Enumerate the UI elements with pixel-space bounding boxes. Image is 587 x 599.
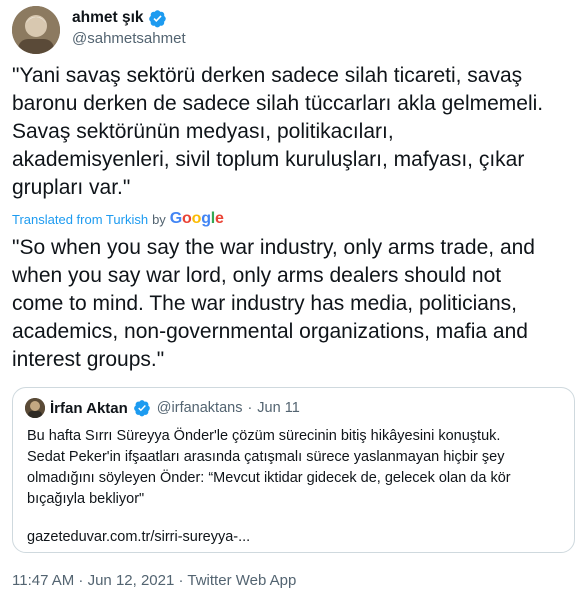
google-logo: Google (169, 210, 224, 227)
tweet-timestamp[interactable]: 11:47 AM · Jun 12, 2021 · Twitter Web Ap… (12, 572, 296, 589)
quoted-date[interactable]: Jun 11 (257, 400, 299, 416)
translated-from-row: Translated from Turkish by Google (12, 210, 224, 228)
quoted-author-handle[interactable]: @irfanaktans (157, 400, 243, 416)
quoted-tweet-text: Bu hafta Sırrı Süreyya Önder'le çözüm sü… (27, 428, 511, 507)
quoted-tweet-header: İrfan Aktan @irfanaktans · Jun 11 (25, 398, 300, 418)
tweet-text: "Yani savaş sektörü derken sadece silah … (12, 64, 544, 199)
author-block: ahmet şık @sahmetsahmet (72, 8, 186, 47)
author-handle[interactable]: @sahmetsahmet (72, 30, 186, 47)
translated-from-link[interactable]: Translated from Turkish (12, 212, 148, 227)
quoted-separator: · (247, 400, 253, 416)
avatar-image (12, 6, 60, 54)
quoted-author-avatar[interactable] (25, 398, 45, 418)
tweet-translation: "So when you say the war industry, only … (12, 236, 535, 371)
verified-badge-icon (148, 9, 167, 28)
quoted-tweet-link[interactable]: gazeteduvar.com.tr/sirri-sureyya-... (27, 529, 250, 545)
quoted-tweet-card[interactable]: İrfan Aktan @irfanaktans · Jun 11 Bu haf… (12, 387, 575, 553)
author-name[interactable]: ahmet şık (72, 9, 144, 27)
quoted-author-name[interactable]: İrfan Aktan (50, 400, 128, 417)
author-avatar[interactable] (12, 6, 60, 54)
quoted-verified-badge-icon (133, 399, 152, 418)
translated-by-label: by (152, 211, 166, 227)
